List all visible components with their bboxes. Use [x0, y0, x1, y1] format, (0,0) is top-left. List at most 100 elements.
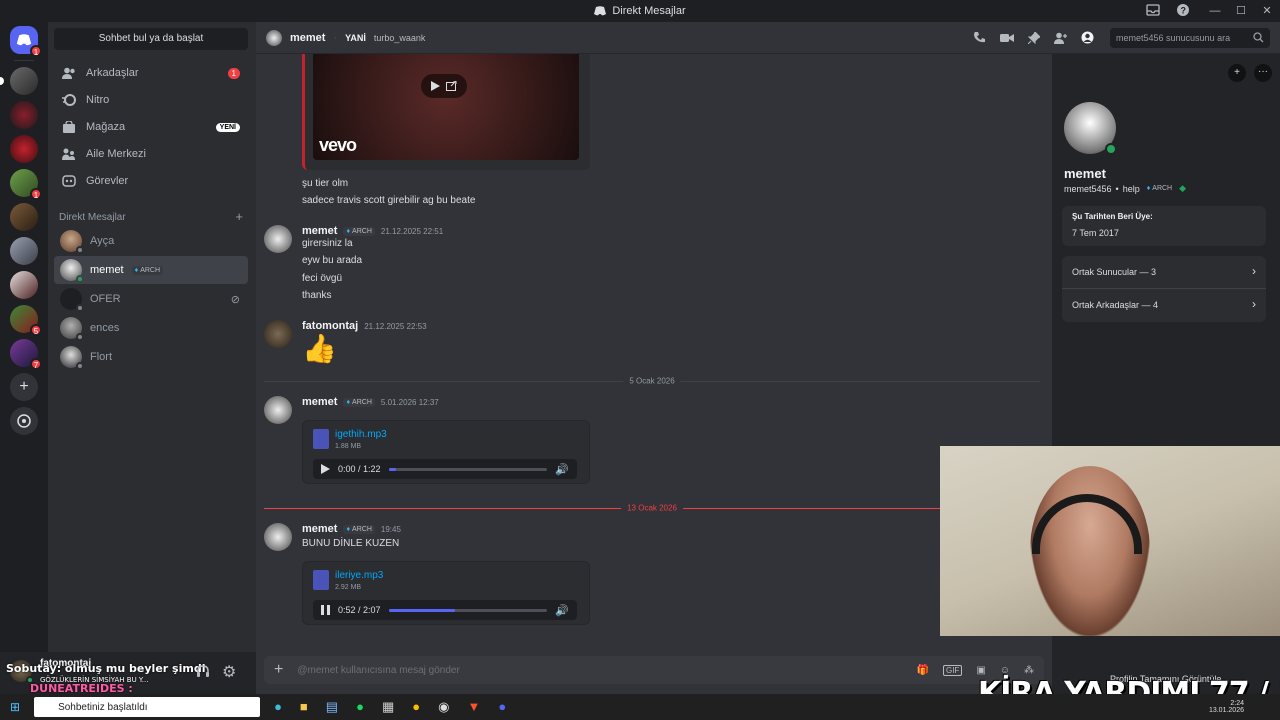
video-embed: vevo — [302, 54, 590, 170]
sticker-icon[interactable]: ▣ — [976, 665, 985, 676]
clock[interactable]: 2:24 13.01.2026 — [1209, 700, 1244, 714]
nav-friends[interactable]: Arkadaşlar 1 — [54, 60, 248, 86]
guild-tag: ♦ ARCH — [343, 524, 375, 534]
apps-icon[interactable]: ⁂ — [1024, 665, 1034, 676]
voice-call-icon[interactable] — [973, 31, 986, 44]
obs-icon[interactable]: ◉ — [438, 699, 449, 715]
server-icon[interactable]: 5 — [10, 305, 42, 336]
author-name[interactable]: memet — [302, 523, 337, 535]
file-name-link[interactable]: ileriye.mp3 — [335, 570, 383, 581]
author-name[interactable]: memet — [302, 396, 337, 408]
date-divider-label: 13 Ocak 2026 — [621, 503, 683, 513]
inbox-icon[interactable] — [1146, 3, 1160, 17]
volume-icon[interactable]: 🔊 — [555, 604, 569, 617]
add-friend-icon[interactable]: + — [1228, 64, 1246, 82]
server-icon[interactable] — [10, 135, 38, 163]
dm-section-header: Direkt Mesajlar + — [59, 210, 243, 223]
chrome-icon[interactable]: ● — [412, 699, 420, 715]
server-icon[interactable]: 1 — [10, 169, 42, 200]
mutual-servers-label: Ortak Sunucular — 3 — [1072, 267, 1157, 277]
message-text: şu tier olm — [302, 178, 349, 189]
store-icon[interactable]: ▤ — [326, 699, 338, 715]
date-divider: 5 Ocak 2026 — [264, 376, 1040, 386]
server-icon[interactable] — [10, 203, 38, 231]
author-name[interactable]: memet — [302, 225, 337, 237]
server-icon[interactable]: 7 — [10, 339, 42, 370]
shop-icon — [62, 121, 76, 133]
dm-header-label: Direkt Mesajlar — [59, 212, 126, 223]
server-icon[interactable] — [10, 237, 38, 265]
play-icon[interactable] — [321, 464, 330, 474]
server-icon[interactable] — [0, 67, 38, 95]
settings-gear-icon[interactable]: ⚙ — [222, 662, 236, 682]
calculator-icon[interactable]: ▦ — [382, 699, 394, 715]
nav-shop[interactable]: Mağaza YENİ — [54, 114, 248, 140]
guild-tag-label: ARCH — [140, 266, 161, 274]
headset-icon[interactable] — [196, 664, 210, 678]
brave-icon[interactable]: ▼ — [467, 699, 480, 715]
find-conversation-button[interactable]: Sohbet bul ya da başlat — [54, 28, 248, 50]
add-friends-to-dm-icon[interactable] — [1054, 31, 1067, 44]
help-icon[interactable]: ? — [1176, 3, 1190, 17]
server-icon[interactable] — [10, 271, 38, 299]
maximize-button[interactable]: ☐ — [1228, 0, 1254, 22]
guild-tag: ♦ ARCH — [131, 265, 164, 275]
minimize-button[interactable]: — — [1202, 0, 1228, 22]
seek-bar[interactable] — [388, 467, 548, 471]
video-call-icon[interactable] — [1000, 31, 1014, 44]
play-video-button[interactable] — [421, 74, 467, 98]
create-dm-button[interactable]: + — [235, 210, 243, 223]
file-size: 2.92 MB — [335, 584, 362, 591]
audio-player: 0:00 / 1:22 🔊 — [313, 459, 577, 479]
dm-item-ences[interactable]: ences — [54, 314, 248, 342]
discover-button[interactable] — [10, 407, 38, 435]
start-icon[interactable]: ⊞ — [10, 700, 20, 714]
pause-icon[interactable] — [321, 605, 330, 615]
mutual-friends-row[interactable]: Ortak Arkadaşlar — 4 › — [1062, 289, 1266, 322]
close-button[interactable]: ✕ — [1254, 0, 1280, 22]
avatar[interactable] — [264, 396, 292, 424]
dm-item-flort[interactable]: Flort — [54, 343, 248, 371]
pin-icon[interactable] — [1028, 31, 1040, 44]
home-button[interactable]: 1 — [10, 26, 42, 57]
gif-icon[interactable]: GIF — [942, 664, 963, 676]
emoji-icon[interactable]: ☺ — [1000, 665, 1010, 676]
dm-item-ofer[interactable]: OFER ⊘ — [54, 285, 248, 313]
title-bar: Direkt Mesajlar ? — ☐ ✕ — [0, 0, 1280, 22]
window-title: Direkt Mesajlar — [612, 5, 686, 17]
profile-avatar[interactable] — [1064, 102, 1117, 155]
discord-taskbar-icon[interactable]: ● — [498, 699, 506, 715]
mutual-servers-row[interactable]: Ortak Sunucular — 3 › — [1062, 256, 1266, 289]
search-input[interactable]: memet5456 sunucusunu ara — [1110, 28, 1270, 48]
spotify-icon[interactable]: ● — [356, 699, 364, 715]
audio-file-icon — [313, 429, 329, 449]
dm-item-ayca[interactable]: Ayça — [54, 227, 248, 255]
nav-label: Aile Merkezi — [86, 148, 146, 160]
dm-item-memet[interactable]: memet ♦ ARCH — [54, 256, 248, 284]
volume-icon[interactable]: 🔊 — [555, 463, 569, 476]
file-name-link[interactable]: igethih.mp3 — [335, 429, 387, 440]
message-input[interactable]: @memet kullanıcısına mesaj gönder — [297, 665, 459, 676]
video-thumbnail[interactable]: vevo — [313, 54, 579, 160]
avatar[interactable] — [264, 523, 292, 551]
seek-bar[interactable] — [388, 608, 548, 612]
avatar[interactable] — [264, 320, 292, 348]
gift-icon[interactable]: 🎁 — [917, 665, 929, 676]
taskbar: ⊞ Sohbetiniz başlatıldı ● ■ ▤ ● ▦ ● ◉ ▼ … — [0, 694, 1280, 720]
edge-icon[interactable]: ● — [274, 699, 282, 715]
add-server-button[interactable]: + — [10, 373, 38, 401]
file-explorer-icon[interactable]: ■ — [300, 699, 308, 715]
audio-attachment: igethih.mp3 1.88 MB 0:00 / 1:22 🔊 — [302, 420, 590, 484]
upload-plus-icon[interactable]: + — [274, 661, 283, 679]
more-options-icon[interactable]: ··· — [1254, 64, 1272, 82]
server-icon[interactable] — [10, 101, 38, 129]
author-name[interactable]: fatomontaj — [302, 320, 358, 332]
user-profile-icon[interactable] — [1081, 31, 1094, 44]
nav-quests[interactable]: Görevler — [54, 168, 248, 194]
taskbar-search[interactable]: Sohbetiniz başlatıldı — [34, 697, 261, 717]
avatar[interactable] — [264, 225, 292, 253]
nav-nitro[interactable]: Nitro — [54, 87, 248, 113]
discord-icon — [594, 6, 607, 16]
nav-family-center[interactable]: Aile Merkezi — [54, 141, 248, 167]
avatar — [60, 230, 84, 254]
